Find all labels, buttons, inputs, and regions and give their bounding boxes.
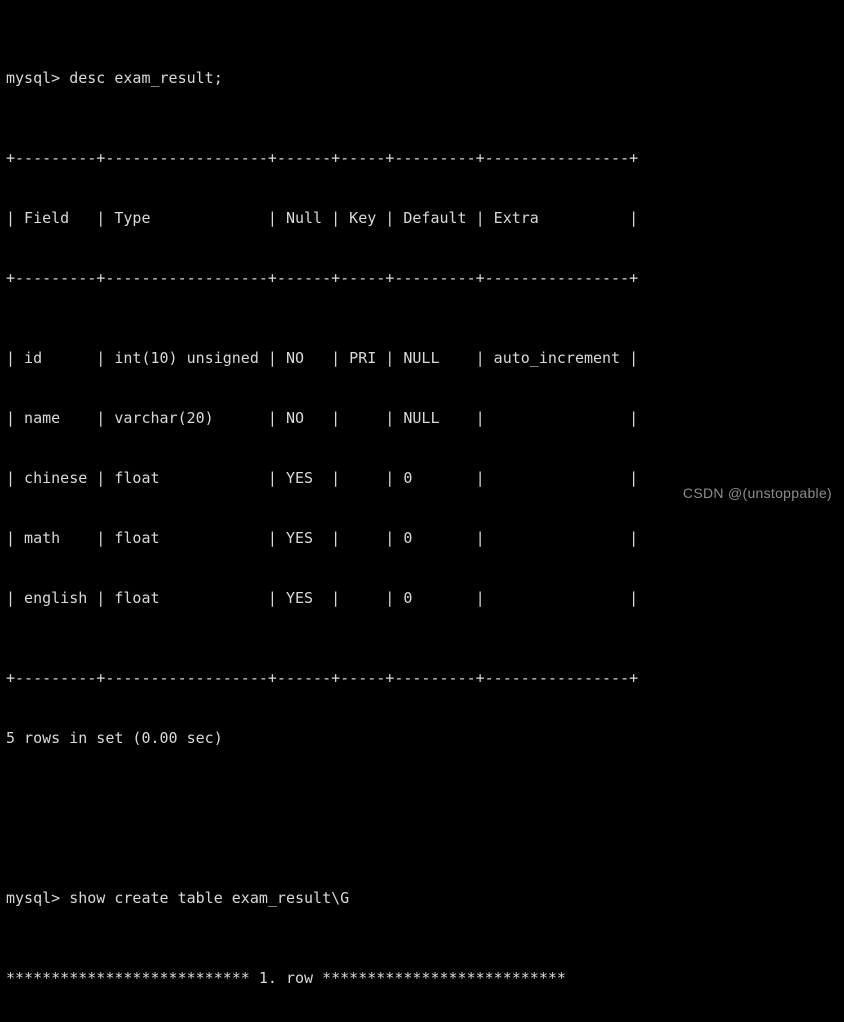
table-row: | math | float | YES | | 0 | | xyxy=(6,529,639,547)
watermark-text: CSDN @(unstoppable) xyxy=(682,485,832,501)
desc-table-border-mid: +---------+------------------+------+---… xyxy=(6,269,639,287)
vertical-row-separator: *************************** 1. row *****… xyxy=(6,969,566,987)
terminal-window[interactable]: mysql> desc exam_result; +---------+----… xyxy=(0,0,844,987)
command-line-desc: mysql> desc exam_result; xyxy=(6,69,223,87)
table-row: | english | float | YES | | 0 | | xyxy=(6,589,639,607)
command-line-show-create: mysql> show create table exam_result\G xyxy=(6,889,350,907)
desc-result-status: 5 rows in set (0.00 sec) xyxy=(6,729,223,747)
table-row: | id | int(10) unsigned | NO | PRI | NUL… xyxy=(6,349,639,367)
desc-table-border-bottom: +---------+------------------+------+---… xyxy=(6,669,639,687)
table-row: | name | varchar(20) | NO | | NULL | | xyxy=(6,409,639,427)
desc-table-border-top: +---------+------------------+------+---… xyxy=(6,149,639,167)
terminal-output: mysql> desc exam_result; +---------+----… xyxy=(6,8,844,1022)
desc-table-header-row: | Field | Type | Null | Key | Default | … xyxy=(6,209,639,227)
